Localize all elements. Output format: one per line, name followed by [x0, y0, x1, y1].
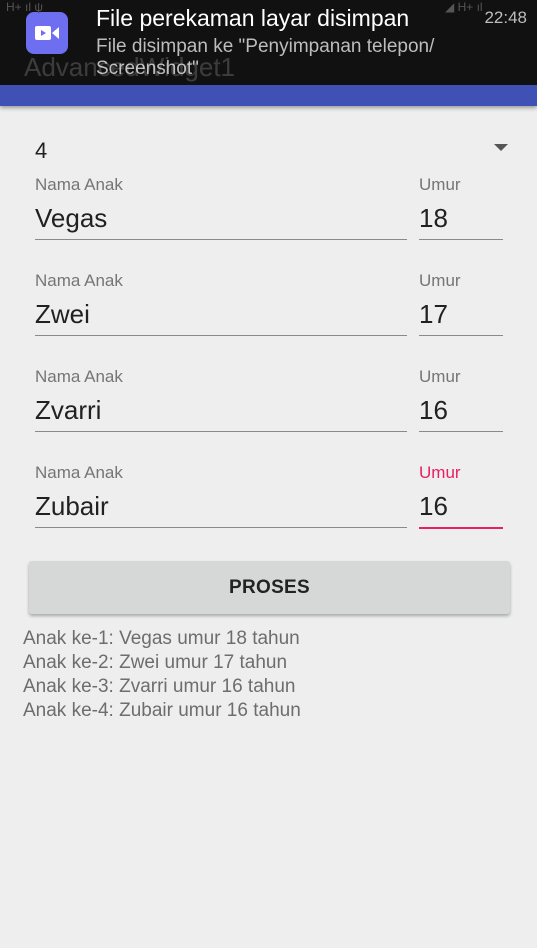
result-line: Anak ke-3: Zvarri umur 16 tahun — [23, 676, 296, 697]
age-underline — [419, 239, 503, 240]
children-count-spinner[interactable]: 4 — [35, 134, 510, 166]
age-underline-focused — [419, 527, 503, 529]
age-input-4[interactable]: 16 — [419, 491, 448, 522]
notification-title: File perekaman layar disimpan — [96, 5, 410, 31]
age-input-3[interactable]: 16 — [419, 395, 448, 426]
name-label: Nama Anak — [35, 271, 123, 290]
notification-time: 22:48 — [484, 8, 527, 27]
results-text: Anak ke-1: Vegas umur 18 tahun Anak ke-2… — [23, 627, 523, 723]
age-label: Umur — [419, 367, 461, 386]
name-input-1[interactable]: Vegas — [35, 203, 107, 234]
result-line: Anak ke-4: Zubair umur 16 tahun — [23, 700, 301, 721]
name-input-4[interactable]: Zubair — [35, 491, 109, 522]
child-row-2: Nama Anak Zwei Umur 17 — [0, 271, 537, 351]
name-input-2[interactable]: Zwei — [35, 299, 90, 330]
age-input-1[interactable]: 18 — [419, 203, 448, 234]
status-bar-right: ◢ H+ ıl — [445, 0, 483, 14]
age-input-2[interactable]: 17 — [419, 299, 448, 330]
child-row-3: Nama Anak Zvarri Umur 16 — [0, 367, 537, 447]
age-label: Umur — [419, 175, 461, 194]
name-input-3[interactable]: Zvarri — [35, 395, 101, 426]
name-label: Nama Anak — [35, 367, 123, 386]
result-line: Anak ke-1: Vegas umur 18 tahun — [23, 628, 300, 649]
result-line: Anak ke-2: Zwei umur 17 tahun — [23, 652, 288, 673]
name-label: Nama Anak — [35, 463, 123, 482]
name-underline — [35, 239, 407, 240]
age-label: Umur — [419, 463, 461, 482]
dropdown-arrow-icon — [494, 144, 508, 151]
child-row-1: Nama Anak Vegas Umur 18 — [0, 175, 537, 255]
name-underline — [35, 335, 407, 336]
name-underline — [35, 527, 407, 528]
status-bar-left: H+ ıl ψ — [6, 0, 43, 14]
age-underline — [419, 431, 503, 432]
app-title: AdvancedWidget1 — [24, 52, 236, 82]
video-camera-icon — [26, 12, 68, 54]
name-label: Nama Anak — [35, 175, 123, 194]
spinner-selected-value: 4 — [35, 138, 48, 163]
age-label: Umur — [419, 271, 461, 290]
age-underline — [419, 335, 503, 336]
app-bar — [0, 85, 537, 106]
process-button[interactable]: PROSES — [29, 561, 510, 614]
name-underline — [35, 431, 407, 432]
child-row-4: Nama Anak Zubair Umur 16 — [0, 463, 537, 543]
